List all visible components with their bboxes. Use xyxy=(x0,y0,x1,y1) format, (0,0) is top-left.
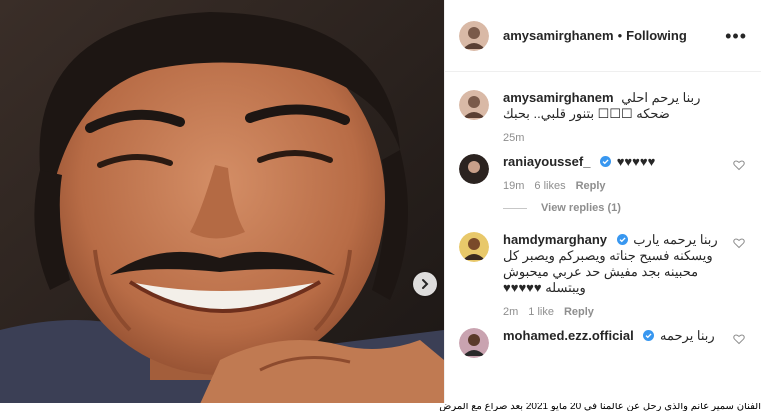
commenter-avatar[interactable] xyxy=(459,232,489,262)
following-button[interactable]: Following xyxy=(626,28,687,43)
commenter-avatar[interactable] xyxy=(459,328,489,358)
heart-icon xyxy=(733,238,745,249)
author-avatar[interactable] xyxy=(459,20,489,51)
heart-icon xyxy=(733,334,745,345)
comment-username[interactable]: mohamed.ezz.official xyxy=(503,328,634,343)
photo-portrait xyxy=(0,0,444,404)
image-caption: الفنان سمير غانم والذي رحل عن عالمنا في … xyxy=(0,403,761,411)
comment-item: mohamed.ezz.official ربنا يرحمه xyxy=(459,328,747,358)
avatar-image xyxy=(459,154,489,184)
like-comment-button[interactable] xyxy=(733,332,747,346)
comment-username[interactable]: amysamirghanem xyxy=(503,90,614,105)
comment-text: ♥♥♥♥♥ xyxy=(616,154,656,169)
avatar-image xyxy=(459,20,489,51)
comment-item: raniayoussef_ ♥♥♥♥♥ 19m 6 likes Reply xyxy=(459,154,747,192)
comment-item: hamdymarghany ربنا يرحمه يارب ويسكنه فسي… xyxy=(459,232,747,318)
post-side-panel: amysamirghanem • Following ••• amysamirg… xyxy=(444,0,761,404)
header-separator: • xyxy=(617,28,623,43)
verified-badge-icon xyxy=(643,330,655,341)
verified-badge-icon xyxy=(616,234,628,245)
like-comment-button[interactable] xyxy=(733,236,747,250)
comment-username[interactable]: raniayoussef_ xyxy=(503,154,590,169)
post-photo[interactable] xyxy=(0,0,444,404)
comment-likes[interactable]: 6 likes xyxy=(534,180,565,192)
comment-time[interactable]: 2m xyxy=(503,306,518,318)
verified-badge-icon xyxy=(600,156,612,167)
avatar-image xyxy=(459,90,489,120)
like-comment-button[interactable] xyxy=(733,158,747,172)
avatar-image xyxy=(459,232,489,262)
comment-text: ربنا يرحمه xyxy=(660,328,715,343)
reply-button[interactable]: Reply xyxy=(564,306,594,318)
next-photo-button[interactable] xyxy=(413,272,437,296)
heart-icon xyxy=(733,160,745,171)
comment-time[interactable]: 19m xyxy=(503,180,524,192)
commenter-avatar[interactable] xyxy=(459,154,489,184)
comment-time[interactable]: 25m xyxy=(503,132,524,144)
comment-likes[interactable]: 1 like xyxy=(528,306,554,318)
post-header: amysamirghanem • Following ••• xyxy=(445,0,761,72)
comment-username[interactable]: hamdymarghany xyxy=(503,232,607,247)
more-options-icon[interactable]: ••• xyxy=(725,27,747,45)
reply-button[interactable]: Reply xyxy=(576,180,606,192)
comments-list: amysamirghanem ربنا يرحم احلي ضحكه ☐☐☐ ب… xyxy=(445,72,761,358)
caption-avatar[interactable] xyxy=(459,90,489,120)
instagram-post: amysamirghanem • Following ••• amysamirg… xyxy=(0,0,761,404)
view-replies-label: View replies (1) xyxy=(541,202,621,214)
replies-divider xyxy=(503,207,527,209)
view-replies-button[interactable]: View replies (1) xyxy=(503,202,747,214)
caption-comment: amysamirghanem ربنا يرحم احلي ضحكه ☐☐☐ ب… xyxy=(459,90,747,144)
author-username[interactable]: amysamirghanem xyxy=(503,28,614,43)
avatar-image xyxy=(459,328,489,358)
chevron-right-icon xyxy=(422,279,429,289)
